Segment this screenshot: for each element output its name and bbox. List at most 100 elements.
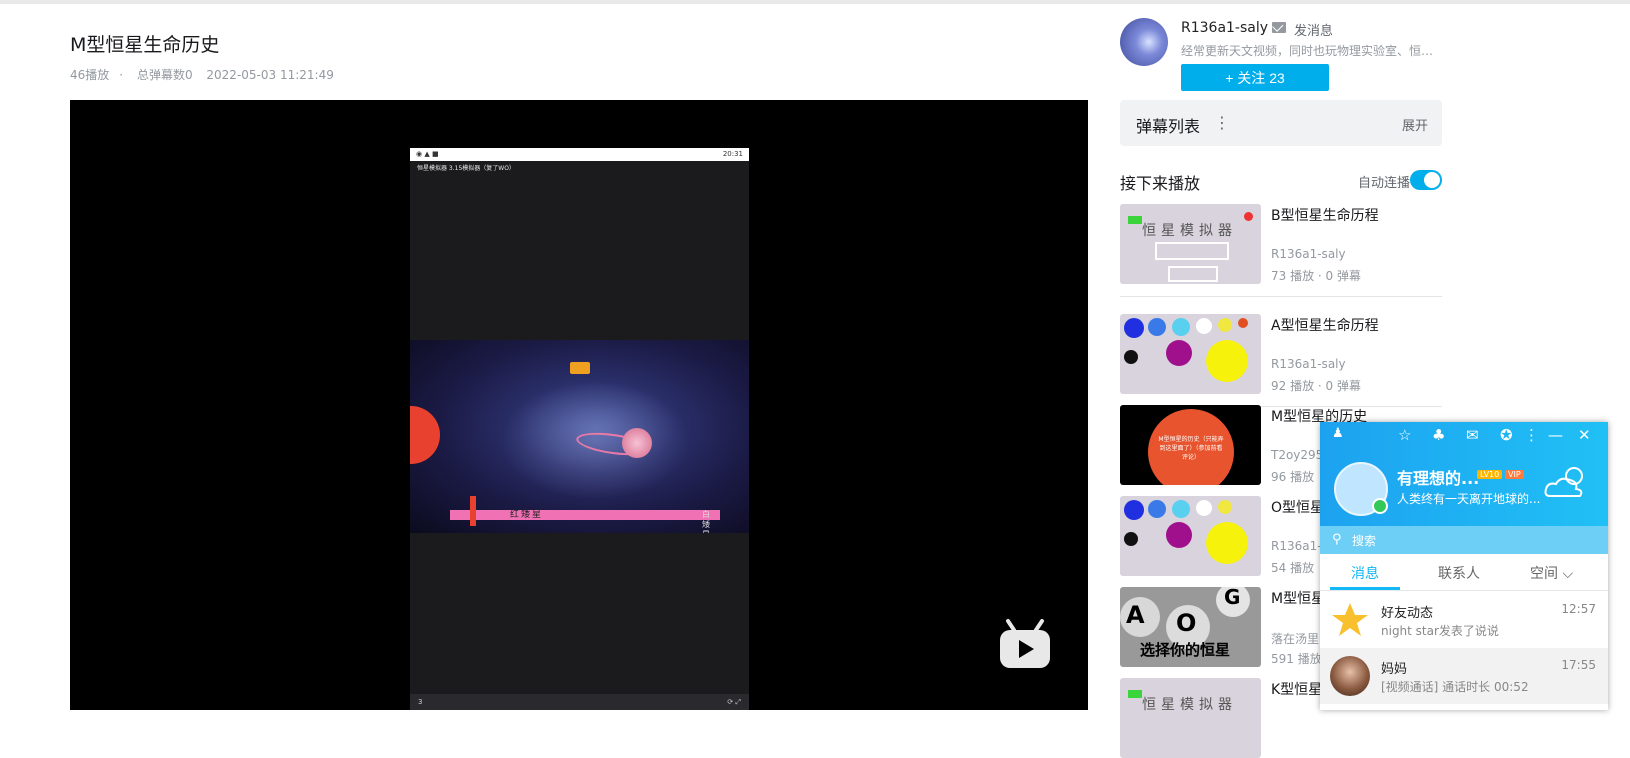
- qq-conversation[interactable]: 好友动态 night star发表了说说 12:57: [1320, 592, 1608, 648]
- sim-bottom-count: 3: [418, 698, 423, 706]
- more-icon[interactable]: ⋮: [1524, 426, 1539, 444]
- search-input[interactable]: [1350, 530, 1584, 552]
- uploader-avatar[interactable]: [1120, 18, 1168, 66]
- qq-toolbar: ♟ ☆ ♣ ✉ ✪ ⋮ — ✕: [1320, 422, 1608, 452]
- mail-icon[interactable]: [1272, 22, 1286, 33]
- sim-bottom-icons: ⟳ ⤢: [727, 698, 741, 706]
- thumb-circle: [1206, 340, 1248, 382]
- rec-author[interactable]: 落在汤里: [1271, 630, 1319, 647]
- rec-title[interactable]: B型恒星生命历程: [1271, 205, 1379, 225]
- search-icon: ⚲: [1332, 532, 1342, 547]
- thumb-letter: A: [1126, 601, 1145, 629]
- video-title: M型恒星生命历史: [70, 34, 220, 56]
- rec-stats: 92 播放 · 0 弹幕: [1271, 379, 1361, 393]
- bar-label: 红矮星: [510, 510, 544, 520]
- bilibili-tv-icon: [1000, 619, 1050, 668]
- thumb-circle: [1124, 500, 1144, 520]
- danmaku-list-title: 弹幕列表: [1136, 117, 1201, 136]
- sim-app-title: 恒星模拟器 3.15模拟器（复了WO）: [417, 165, 515, 172]
- thumb-caption: M型恒星的历史（只能弄到这里面了）（参加前看评论）: [1158, 436, 1224, 461]
- autoplay-label: 自动连播: [1358, 176, 1411, 191]
- top-divider: [0, 0, 1630, 4]
- uploader-name[interactable]: R136a1-saly: [1181, 20, 1268, 36]
- rec-stats: 591 播放: [1271, 652, 1322, 666]
- tab-space[interactable]: 空间 ⌵: [1530, 563, 1573, 583]
- phone-status-bar: ◉ ▲ ■ 20:31: [410, 148, 749, 161]
- thumb-circle: [1218, 500, 1232, 514]
- phone-screen-recording: ◉ ▲ ■ 20:31 恒星模拟器 3.15模拟器（复了WO） 红矮星 白矮星 …: [410, 148, 749, 710]
- thumb-circle: [1196, 500, 1212, 516]
- thumb-circle: [1148, 318, 1166, 336]
- qq-conversation[interactable]: 妈妈 [视频通话] 通话时长 00:52 17:55: [1320, 648, 1608, 704]
- recommendation-item[interactable]: 恒星模拟器 B型恒星生命历程 R136a1-saly 73 播放 · 0 弹幕: [1120, 204, 1442, 297]
- friend-feed-icon: [1332, 603, 1368, 636]
- shirt-icon[interactable]: ♣: [1432, 426, 1445, 444]
- video-thumbnail[interactable]: M型恒星的历史（只能弄到这里面了）（参加前看评论）: [1120, 405, 1261, 485]
- conversation-name: 妈妈: [1381, 662, 1408, 677]
- qq-search-bar: ⚲: [1320, 526, 1608, 554]
- thumb-letter: G: [1224, 587, 1241, 609]
- follow-button[interactable]: + 关注 23: [1181, 64, 1329, 91]
- autoplay-toggle[interactable]: [1410, 170, 1442, 190]
- thumb-box: [1155, 242, 1229, 260]
- conversation-preview: night star发表了说说: [1381, 624, 1499, 638]
- mail-box-icon[interactable]: ✉: [1466, 426, 1479, 444]
- thumb-red-dot: [1244, 212, 1253, 221]
- rec-title[interactable]: O型恒星: [1271, 497, 1324, 517]
- publish-date: 2022-05-03 11:21:49: [206, 68, 334, 82]
- conversation-time: 17:55: [1561, 658, 1596, 672]
- star-icon[interactable]: ☆: [1398, 426, 1411, 444]
- video-player[interactable]: ◉ ▲ ■ 20:31 恒星模拟器 3.15模拟器（复了WO） 红矮星 白矮星 …: [70, 100, 1088, 710]
- qq-header: ♟ ☆ ♣ ✉ ✪ ⋮ — ✕ 有理想的... LV10 VIP 人类终有一天离…: [1320, 422, 1608, 526]
- next-up-title: 接下来播放: [1120, 174, 1201, 193]
- thumb-circle: [1148, 500, 1166, 518]
- thumb-circle: [1166, 340, 1192, 366]
- video-thumbnail[interactable]: A O G 选择你的恒星: [1120, 587, 1261, 667]
- rec-title[interactable]: M型恒星: [1271, 588, 1325, 608]
- thumb-circle: [1172, 318, 1190, 336]
- video-thumbnail[interactable]: [1120, 496, 1261, 576]
- vip-badge: VIP: [1505, 470, 1524, 479]
- danmaku-count: 总弹幕数0: [136, 68, 193, 82]
- close-icon[interactable]: ✕: [1578, 426, 1591, 444]
- recommendation-item[interactable]: A型恒星生命历程 R136a1-saly 92 播放 · 0 弹幕: [1120, 314, 1442, 407]
- qq-penguin-icon[interactable]: ♟: [1332, 426, 1344, 441]
- danmaku-list-panel: 弹幕列表 ⋮ 展开: [1120, 100, 1442, 146]
- space-scene: 红矮星 白矮星: [410, 340, 749, 533]
- more-options-icon[interactable]: ⋮: [1214, 113, 1230, 132]
- meta-dot: ·: [119, 68, 124, 82]
- qq-signature[interactable]: 人类终有一天离开地球的...: [1397, 490, 1542, 507]
- qq-nickname[interactable]: 有理想的...: [1397, 465, 1479, 489]
- view-count: 46播放: [70, 68, 110, 82]
- rec-author[interactable]: R136a1-saly: [1271, 247, 1346, 261]
- weather-icon[interactable]: [1542, 462, 1590, 502]
- thumb-circle: [1218, 318, 1232, 332]
- sim-bottom-bar: 3 ⟳ ⤢: [410, 694, 749, 710]
- thumb-title: 恒星模拟器: [1142, 223, 1237, 239]
- dwarf-star: [622, 428, 652, 458]
- thumb-circle: [1124, 318, 1144, 338]
- contact-avatar: [1330, 656, 1370, 696]
- video-thumbnail[interactable]: 恒星模拟器: [1120, 204, 1261, 284]
- thumb-circle: [1166, 522, 1192, 548]
- video-meta: 46播放 · 总弹幕数0 2022-05-03 11:21:49: [70, 66, 344, 83]
- thumb-circle: [1124, 350, 1138, 364]
- active-tab-indicator: [1330, 587, 1400, 590]
- rec-author[interactable]: R136a1-saly: [1271, 357, 1346, 371]
- tab-messages[interactable]: 消息: [1351, 563, 1379, 583]
- rec-title[interactable]: A型恒星生命历程: [1271, 315, 1379, 335]
- rec-stats: 73 播放 · 0 弹幕: [1271, 269, 1361, 283]
- medal-icon[interactable]: ✪: [1500, 426, 1513, 444]
- star-type-bar: 红矮星 白矮星: [450, 496, 720, 533]
- video-thumbnail[interactable]: [1120, 314, 1261, 394]
- danmaku-expand-button[interactable]: 展开: [1402, 115, 1428, 134]
- rec-title[interactable]: K型恒星: [1271, 679, 1322, 699]
- qq-avatar[interactable]: [1334, 462, 1388, 516]
- tab-contacts[interactable]: 联系人: [1438, 563, 1480, 583]
- thumb-green-tag: [1128, 216, 1142, 224]
- sim-tag: [570, 362, 590, 374]
- send-message-link[interactable]: 发消息: [1294, 20, 1333, 39]
- video-thumbnail[interactable]: 恒星模拟器: [1120, 678, 1261, 758]
- minimize-icon[interactable]: —: [1548, 426, 1563, 444]
- level-badge: LV10: [1477, 470, 1503, 479]
